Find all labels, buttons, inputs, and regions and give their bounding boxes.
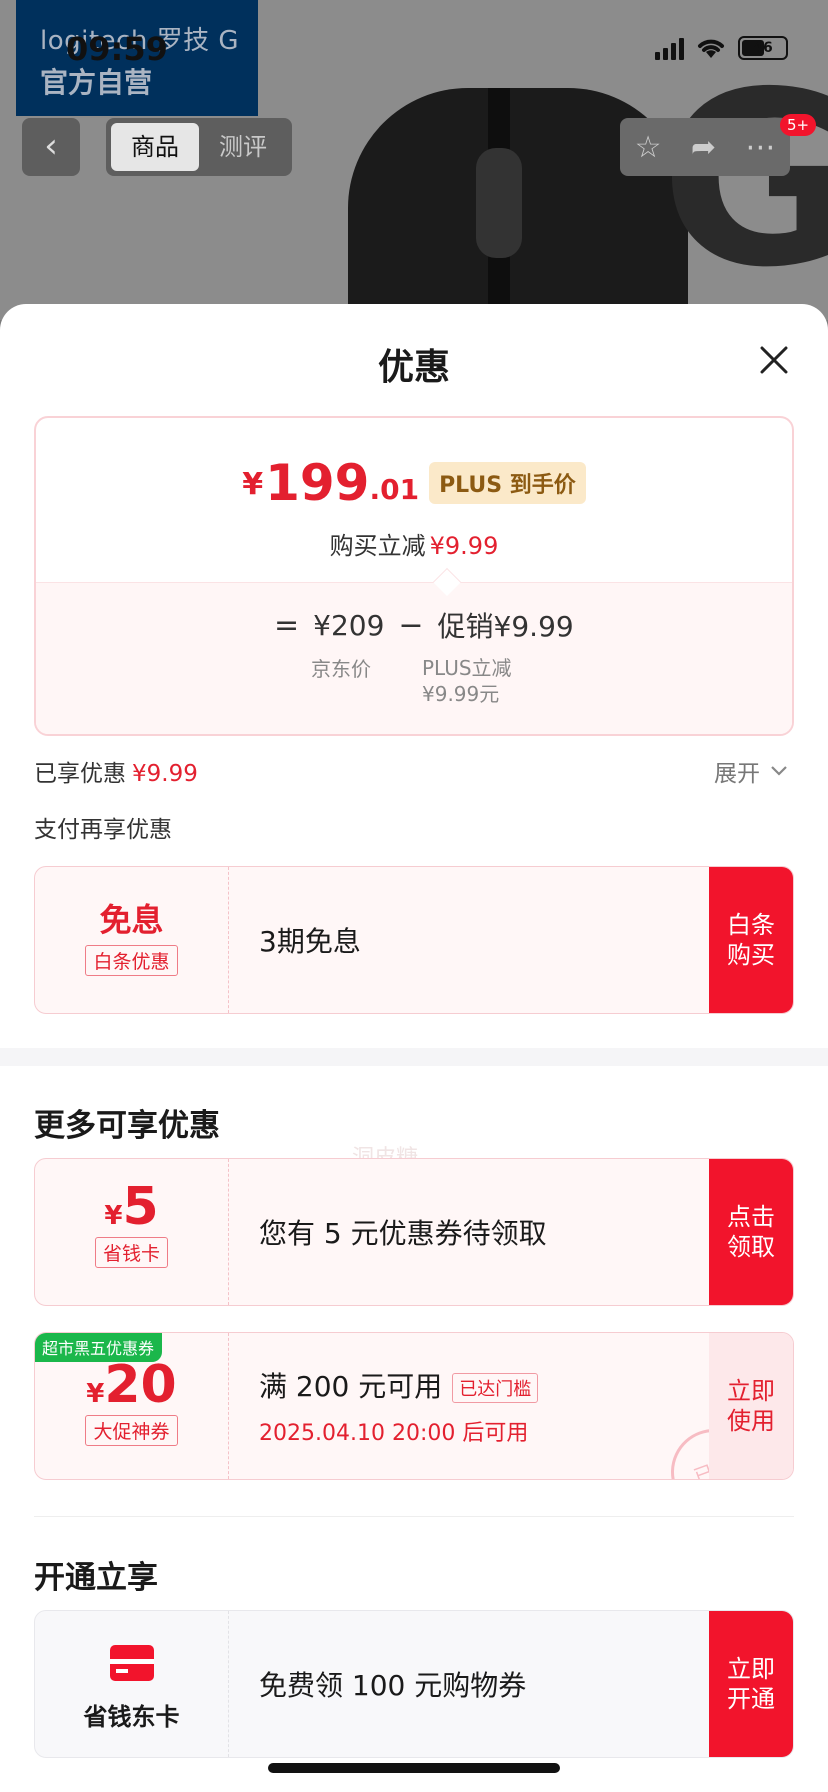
- saving-card-icon: [109, 1645, 154, 1681]
- activate-card-button[interactable]: 立即 开通: [709, 1611, 793, 1757]
- more-discounts-title: 更多可享优惠: [34, 1108, 220, 1144]
- baitiao-tag: 白条优惠: [85, 945, 178, 976]
- coupon-20-tag: 大促神券: [85, 1415, 178, 1446]
- threshold-tag: 已达门槛: [452, 1373, 539, 1403]
- coupon-20-currency: ¥: [86, 1379, 105, 1409]
- signal-icon: [655, 36, 684, 60]
- baitiao-buy-button[interactable]: 白条 购买: [709, 867, 793, 1013]
- purchase-reduce: 购买立减 ¥9.99: [36, 526, 792, 561]
- status-icons: 46: [655, 36, 788, 60]
- thin-divider: [34, 1516, 794, 1517]
- promo-amount: 促销¥9.99: [437, 610, 574, 643]
- sheet-title: 优惠: [377, 347, 450, 388]
- minus-sign: −: [398, 607, 424, 643]
- close-icon[interactable]: [754, 340, 794, 380]
- share-icon[interactable]: ➦: [691, 130, 716, 165]
- c-left: ¥5 省钱卡: [35, 1159, 229, 1305]
- enjoyed-label: 已享优惠: [34, 761, 126, 787]
- c-left: ¥20 大促神券: [35, 1333, 229, 1479]
- baitiao-desc: 3期免息: [259, 925, 361, 958]
- plus-price-tag: PLUS 到手价: [429, 462, 586, 504]
- main: 满 200 元可用 已达门槛: [259, 1365, 539, 1405]
- claim-coupon-button[interactable]: 点击 领取: [709, 1159, 793, 1305]
- battery-level: 46: [753, 40, 773, 56]
- c-mid: 3期免息: [259, 867, 361, 1013]
- c-left: 省钱东卡: [35, 1611, 229, 1757]
- coupon-5-amount: 5: [122, 1177, 159, 1237]
- expand-toggle[interactable]: 展开: [714, 754, 788, 788]
- use-coupon-button[interactable]: 立即 使用: [709, 1333, 793, 1479]
- plus-reduce-note: PLUS立减 ¥9.99元: [422, 655, 512, 707]
- saving-card-offer: 省钱东卡 免费领 100 元购物券 立即 开通: [34, 1610, 794, 1758]
- coupon-20-amount: 20: [104, 1355, 177, 1415]
- more-icon[interactable]: ⋯: [745, 130, 775, 165]
- section-divider: [0, 1048, 828, 1066]
- reduce-label: 购买立减: [329, 532, 426, 560]
- price-summary: ¥ 199 .01 PLUS 到手价 购买立减 ¥9.99: [36, 418, 792, 582]
- saving-card-desc: 免费领 100 元购物券: [259, 1669, 527, 1702]
- price-currency: ¥: [242, 467, 264, 502]
- coupon-5: ¥5 省钱卡 您有 5 元优惠券待领取 点击 领取: [34, 1158, 794, 1306]
- status-time: 09:59: [66, 30, 168, 68]
- open-to-enjoy-title: 开通立享: [34, 1560, 158, 1596]
- jd-price: ¥209: [313, 608, 385, 642]
- coupon-5-desc: 您有 5 元优惠券待领取: [259, 1217, 547, 1250]
- pay-more-label: 支付再享优惠: [34, 817, 172, 843]
- product-model-text: G30: [660, 40, 828, 320]
- saving-card-name: 省钱东卡: [83, 1703, 180, 1731]
- equals-sign: =: [274, 607, 300, 643]
- coupon-5-tag: 省钱卡: [94, 1237, 168, 1268]
- baitiao-big: 免息: [99, 901, 164, 939]
- home-indicator: [268, 1763, 560, 1773]
- mouse-wheel: [476, 148, 522, 258]
- c-big-red: ¥5: [35, 1181, 228, 1233]
- c-mid: 免费领 100 元购物券: [259, 1611, 526, 1757]
- reduce-amount: ¥9.99: [429, 532, 499, 560]
- c-big-red: ¥20: [35, 1359, 228, 1411]
- nav-action-group: ☆ ➦ ⋯: [620, 118, 790, 176]
- price-card: ¥ 199 .01 PLUS 到手价 购买立减 ¥9.99 = ¥209 − 促销…: [34, 416, 794, 736]
- discount-sheet: 优惠 ¥ 199 .01 PLUS 到手价 购买立减 ¥9.99 = ¥209 −…: [0, 304, 828, 1792]
- expand-label: 展开: [714, 761, 760, 787]
- favorite-star-icon[interactable]: ☆: [635, 130, 662, 165]
- enjoyed-amount: ¥9.99: [132, 761, 198, 787]
- chevron-down-icon: [771, 766, 787, 776]
- coupon-20: 超市黑五优惠券 ¥20 大促神券 满 200 元可用 已达门槛 2025.04.1…: [34, 1332, 794, 1480]
- coupon-20-desc: 满 200 元可用: [259, 1370, 443, 1403]
- battery-icon: 46: [738, 36, 788, 60]
- coupon-5-currency: ¥: [104, 1201, 123, 1231]
- jd-price-label: 京东价: [311, 657, 371, 681]
- coupon-20-available-time: 2025.04.10 20:00 后可用: [259, 1421, 529, 1446]
- price-decimal: .01: [369, 473, 420, 506]
- c-mid: 满 200 元可用 已达门槛 2025.04.10 20:00 后可用: [259, 1333, 539, 1479]
- c-left: 免息 白条优惠: [35, 867, 229, 1013]
- price-breakdown: = ¥209 − 促销¥9.99 京东价 PLUS立减 ¥9.99元: [36, 567, 792, 734]
- message-badge: 5+: [780, 114, 817, 136]
- product-tab-switch: 商品 测评: [106, 118, 292, 176]
- baitiao-offer: 免息 白条优惠 3期免息 白条 购买: [34, 866, 794, 1014]
- wifi-icon: [698, 39, 724, 58]
- c-mid: 您有 5 元优惠券待领取: [259, 1159, 547, 1305]
- tab-product[interactable]: 商品: [111, 123, 199, 171]
- tab-review[interactable]: 测评: [199, 123, 287, 171]
- back-button[interactable]: ‹: [22, 118, 80, 176]
- price-integer: 199: [265, 454, 370, 512]
- plus-reduce-amount: ¥9.99元: [422, 682, 500, 706]
- enjoyed-discount: 已享优惠 ¥9.99: [34, 754, 198, 788]
- plus-reduce-label: PLUS立减: [422, 656, 512, 680]
